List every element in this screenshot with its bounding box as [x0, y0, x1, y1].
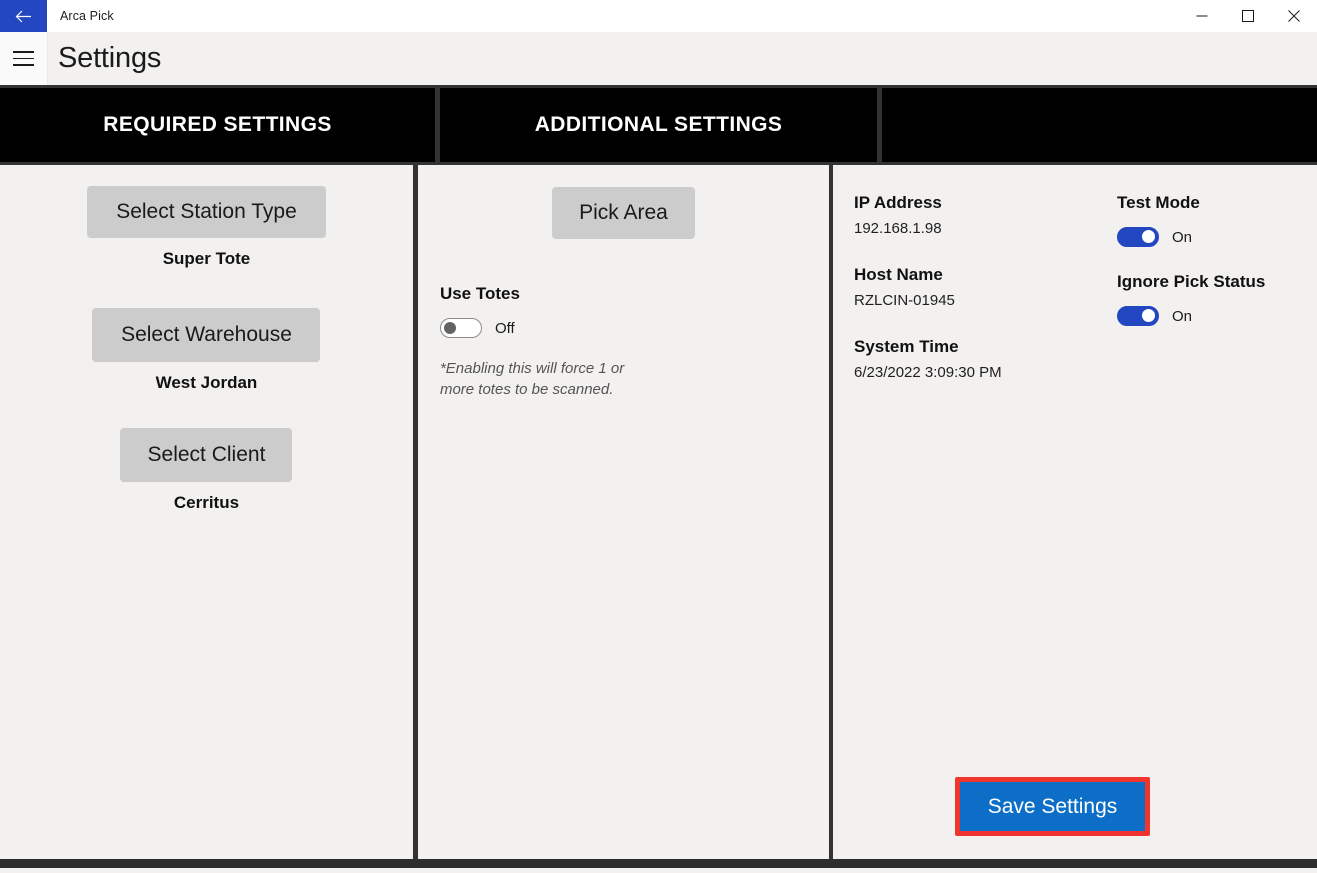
pick-area-button[interactable]: Pick Area [551, 187, 695, 239]
info-label: IP Address [854, 193, 942, 212]
minimize-icon [1196, 15, 1208, 17]
system-info-list: IP Address 192.168.1.98 Host Name RZLCIN… [854, 193, 1034, 409]
hamburger-menu-icon[interactable] [0, 32, 48, 85]
back-arrow-icon [15, 10, 32, 23]
client-value: Cerritus [173, 493, 240, 512]
use-totes-note: *Enabling this will force 1 or more tote… [439, 360, 625, 399]
use-totes-label: Use Totes [439, 284, 520, 303]
info-value: RZLCIN-01945 [854, 292, 955, 309]
use-totes-state: Off [494, 319, 515, 337]
save-settings-highlight: Save Settings [955, 777, 1150, 836]
select-warehouse-button[interactable]: Select Warehouse [92, 308, 321, 362]
station-type-value: Super Tote [162, 249, 251, 268]
app-title: Arca Pick [60, 9, 114, 23]
test-mode-toggle[interactable] [1117, 227, 1159, 247]
use-totes-toggle[interactable] [439, 318, 482, 338]
maximize-button[interactable] [1225, 0, 1271, 32]
save-settings-button[interactable]: Save Settings [960, 782, 1145, 831]
close-button[interactable] [1271, 0, 1317, 32]
test-mode-state: On [1172, 228, 1193, 246]
setting-station-type: Select Station Type Super Tote [0, 186, 413, 269]
ignore-pick-status-toggle[interactable] [1117, 306, 1159, 326]
header-additional-settings: ADDITIONAL SETTINGS [440, 88, 877, 162]
header-required-settings: REQUIRED SETTINGS [0, 88, 435, 162]
hamburger-line [13, 64, 34, 66]
select-client-button[interactable]: Select Client [120, 428, 293, 482]
switch-list: Test Mode On Ignore Pick Status On [1117, 193, 1317, 409]
setting-ignore-pick-status: Ignore Pick Status On [1117, 272, 1317, 326]
back-button[interactable] [0, 0, 47, 32]
info-value: 6/23/2022 3:09:30 PM [854, 364, 1002, 381]
info-item-system-time: System Time 6/23/2022 3:09:30 PM [854, 337, 1034, 381]
column-required-settings: Select Station Type Super Tote Select Wa… [0, 165, 413, 859]
header-required-settings-label: REQUIRED SETTINGS [103, 113, 332, 136]
header-system-info [882, 88, 1317, 162]
info-value: 192.168.1.98 [854, 220, 942, 237]
window-controls [1179, 0, 1317, 32]
info-label: Host Name [854, 265, 943, 284]
use-totes-toggle-row: Off [439, 318, 829, 338]
column-system-info: IP Address 192.168.1.98 Host Name RZLCIN… [833, 165, 1317, 859]
info-item-ip-address: IP Address 192.168.1.98 [854, 193, 1034, 237]
warehouse-value: West Jordan [155, 373, 258, 392]
hamburger-line [13, 51, 34, 53]
test-mode-toggle-row: On [1117, 227, 1317, 247]
save-settings-area: Save Settings [955, 777, 1150, 836]
ignore-pick-status-state: On [1172, 307, 1193, 325]
column-additional-settings: Pick Area Use Totes Off *Enabling this w… [412, 165, 833, 859]
setting-client: Select Client Cerritus [0, 428, 413, 513]
section-header-band: REQUIRED SETTINGS ADDITIONAL SETTINGS [0, 85, 1317, 165]
info-label: System Time [854, 337, 959, 356]
setting-warehouse: Select Warehouse West Jordan [0, 308, 413, 393]
info-item-host-name: Host Name RZLCIN-01945 [854, 265, 1034, 309]
close-icon [1288, 10, 1300, 22]
command-bar: Settings [0, 32, 1317, 85]
title-bar: Arca Pick [0, 0, 1317, 32]
settings-columns: Select Station Type Super Tote Select Wa… [0, 165, 1317, 868]
maximize-icon [1242, 10, 1254, 22]
toggle-knob [443, 321, 456, 334]
minimize-button[interactable] [1179, 0, 1225, 32]
hamburger-line [13, 57, 34, 60]
toggle-knob [1142, 230, 1155, 244]
page-title: Settings [58, 42, 162, 74]
toggle-knob [1142, 309, 1155, 323]
ignore-pick-status-toggle-row: On [1117, 306, 1317, 326]
header-additional-settings-label: ADDITIONAL SETTINGS [534, 113, 783, 136]
test-mode-label: Test Mode [1117, 193, 1200, 212]
setting-test-mode: Test Mode On [1117, 193, 1317, 247]
ignore-pick-status-label: Ignore Pick Status [1117, 272, 1266, 291]
select-station-type-button[interactable]: Select Station Type [86, 186, 326, 238]
